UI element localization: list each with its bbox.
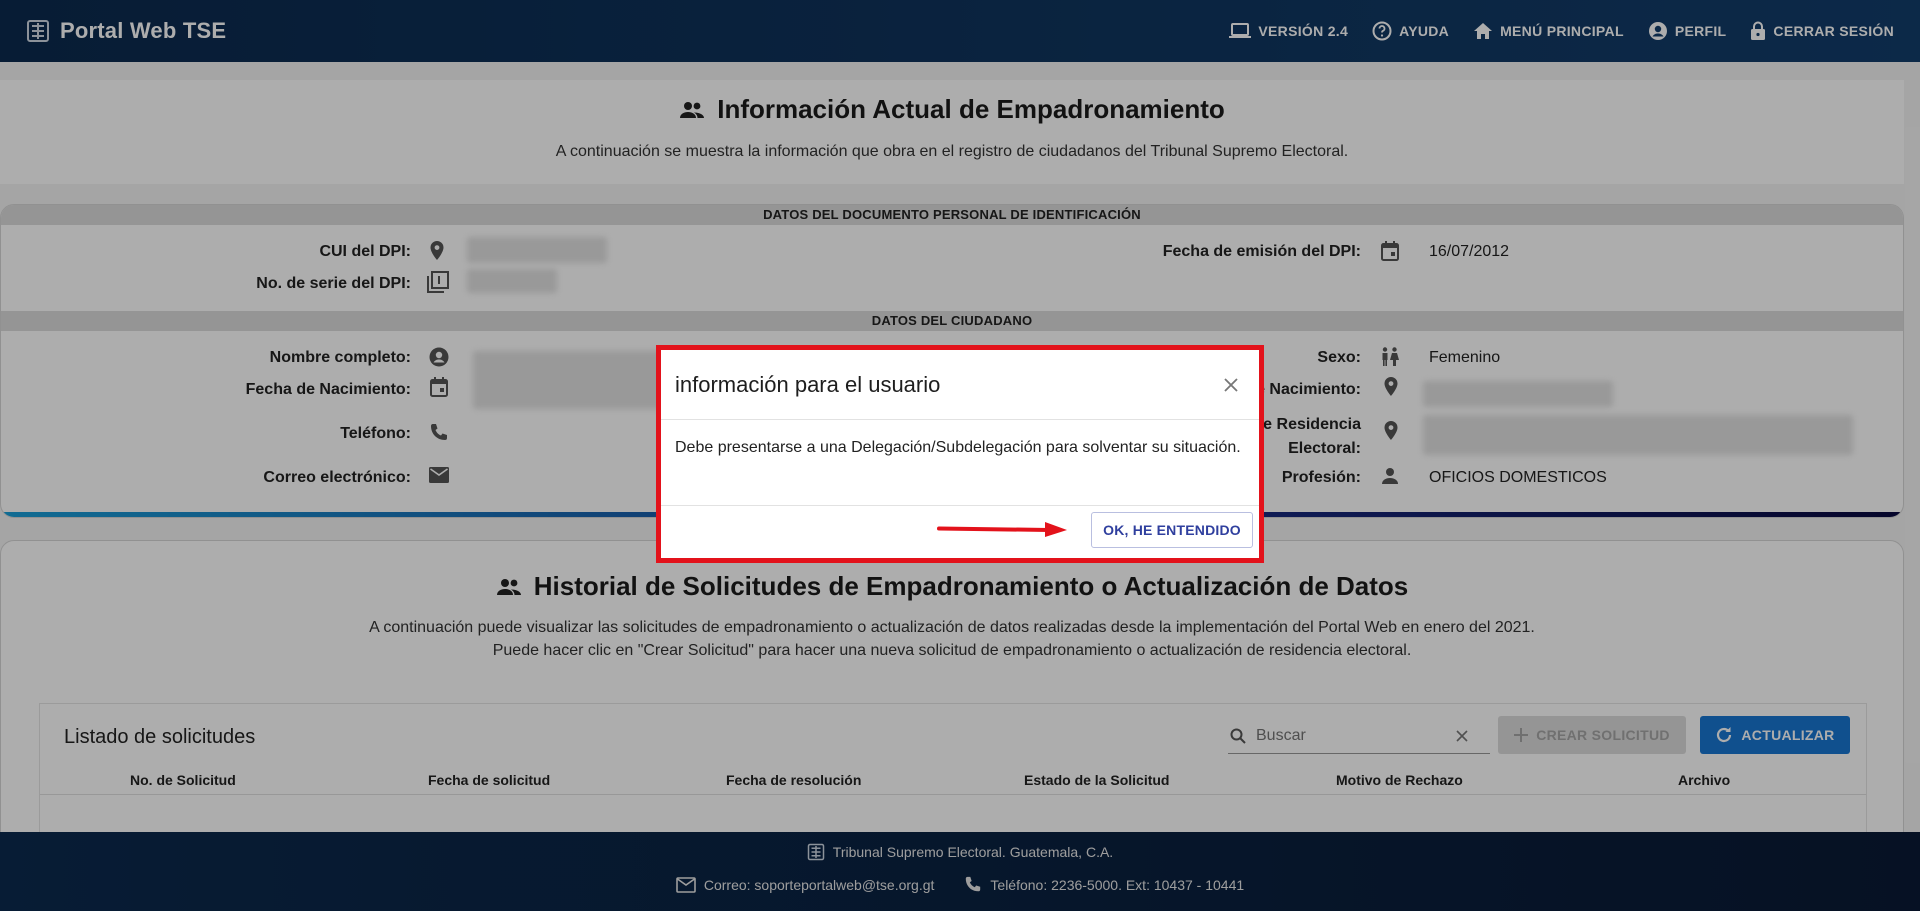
dialog-title: información para el usuario	[675, 371, 941, 397]
dialog-header: información para el usuario	[661, 350, 1259, 420]
close-icon	[1223, 377, 1239, 393]
ok-button[interactable]: OK, HE ENTENDIDO	[1091, 512, 1253, 548]
info-dialog: información para el usuario Debe present…	[656, 345, 1264, 563]
dialog-message: Debe presentarse a una Delegación/Subdel…	[661, 420, 1259, 506]
close-button[interactable]	[1217, 371, 1245, 399]
dialog-actions: OK, HE ENTENDIDO	[661, 506, 1259, 558]
arrow-annotation-icon	[937, 520, 1069, 538]
